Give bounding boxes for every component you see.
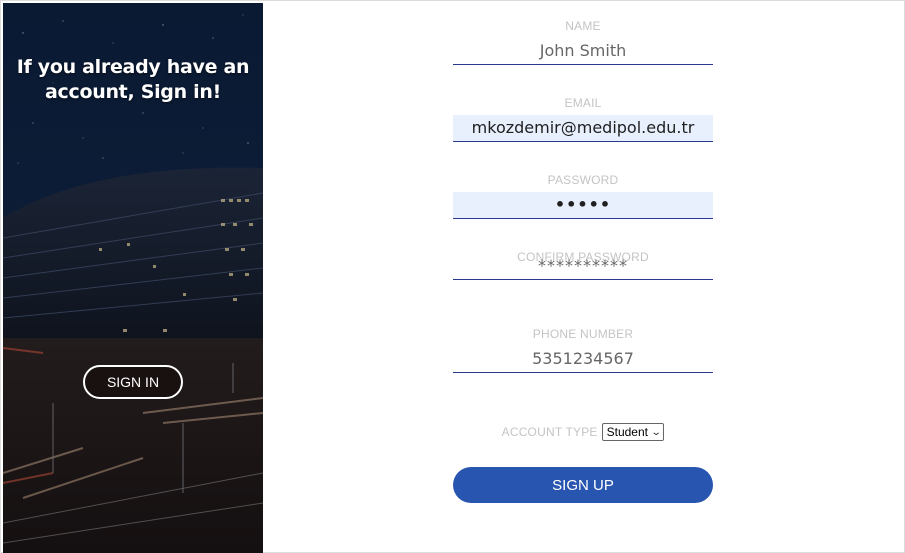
password-input[interactable]: ••••• [453, 192, 713, 219]
password-label: PASSWORD [547, 173, 619, 187]
signin-panel: If you already have an account, Sign in!… [3, 3, 263, 553]
confirm-password-input[interactable]: ********** [453, 253, 713, 280]
account-type-select[interactable]: Student ⌄ [601, 423, 665, 441]
password-field-group: PASSWORD ••••• [453, 172, 713, 219]
email-label: EMAIL [564, 96, 602, 110]
signup-page: If you already have an account, Sign in!… [0, 0, 905, 553]
account-type-row: ACCOUNT TYPE Student ⌄ [453, 423, 713, 441]
confirm-password-field-group: CONFIRM PASSWORD ********** [453, 249, 713, 280]
email-input[interactable]: mkozdemir@medipol.edu.tr [453, 115, 713, 142]
account-type-label: ACCOUNT TYPE [501, 425, 598, 439]
name-input[interactable]: John Smith [453, 38, 713, 65]
phone-label: PHONE NUMBER [532, 327, 634, 341]
account-type-selected-value: Student [606, 425, 648, 439]
email-field-group: EMAIL mkozdemir@medipol.edu.tr [453, 95, 713, 142]
signin-prompt-text: If you already have an account, Sign in! [16, 56, 250, 103]
sign-in-button[interactable]: SIGN IN [83, 365, 183, 399]
phone-input[interactable]: 5351234567 [453, 346, 713, 373]
phone-field-group: PHONE NUMBER 5351234567 [453, 326, 713, 373]
name-field-group: NAME John Smith [453, 18, 713, 65]
sign-up-button[interactable]: SIGN UP [453, 467, 713, 503]
chevron-down-icon: ⌄ [650, 426, 662, 438]
name-label: NAME [565, 19, 601, 33]
